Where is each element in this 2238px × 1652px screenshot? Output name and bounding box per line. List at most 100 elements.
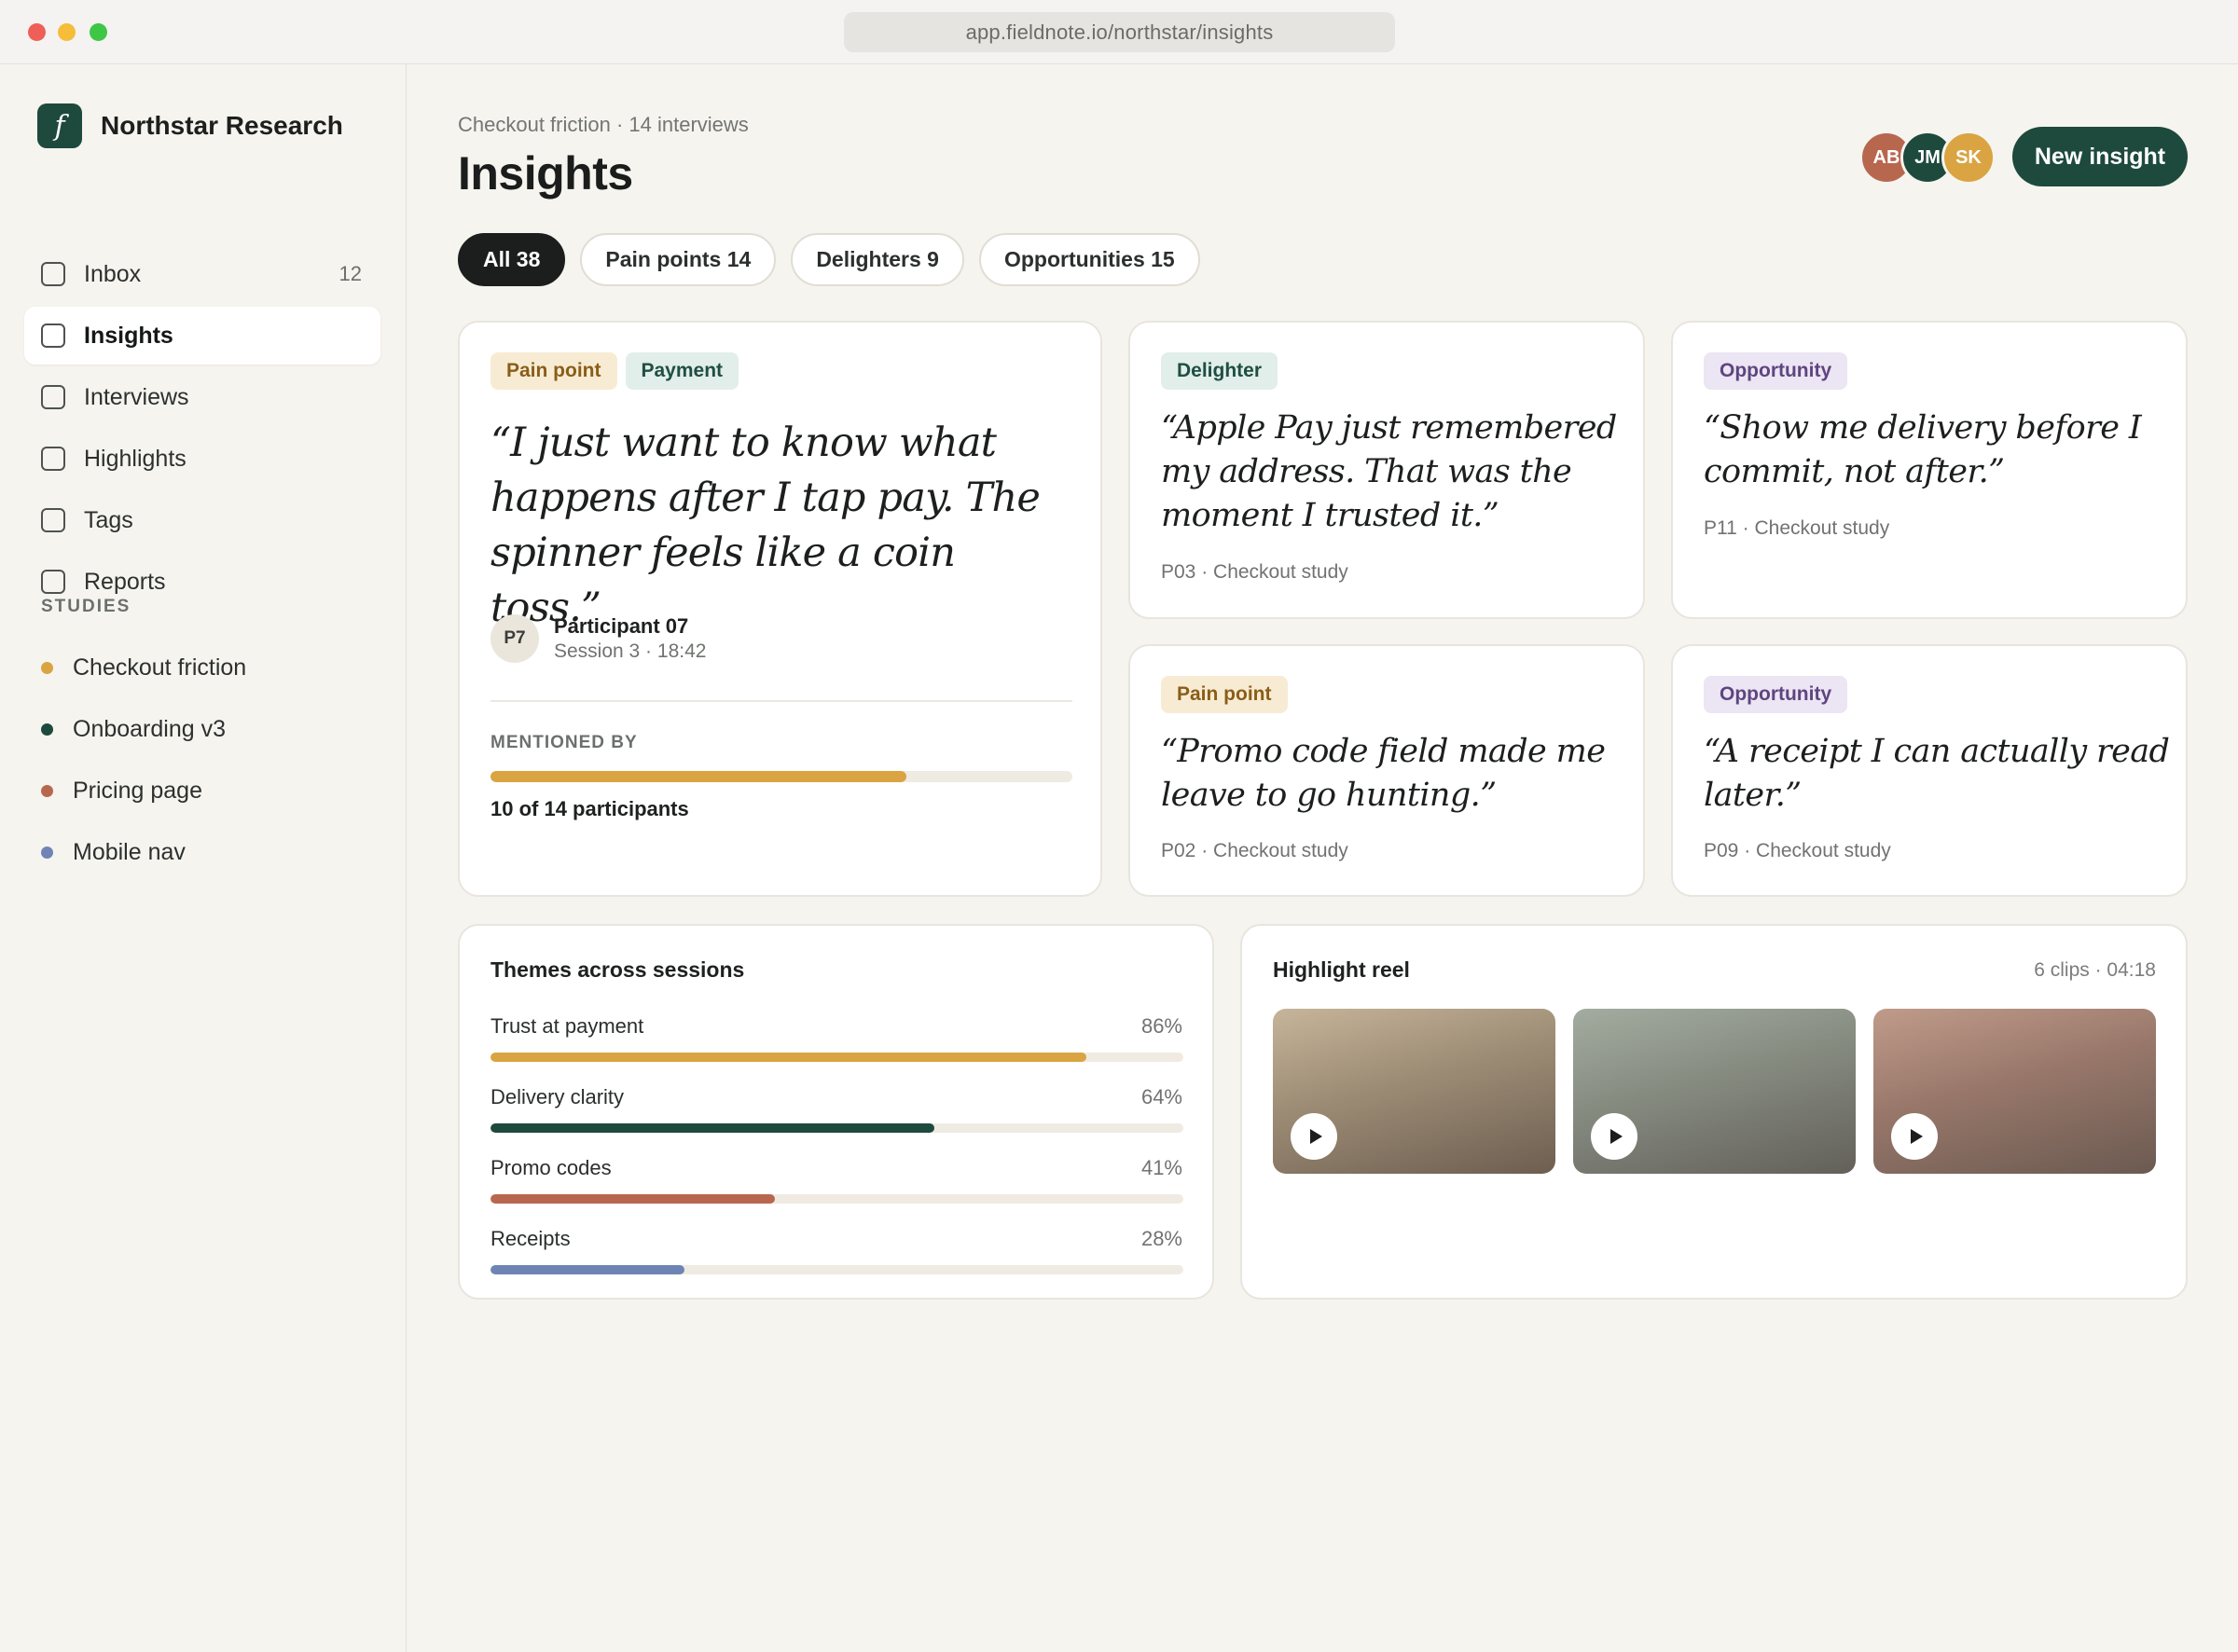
theme-label: Promo codes <box>490 1156 612 1179</box>
inbox-icon <box>41 262 65 286</box>
video-clip[interactable] <box>1273 1009 1555 1174</box>
theme-bar-fill <box>490 1194 775 1204</box>
study-label: Pricing page <box>73 777 202 804</box>
tags-icon <box>41 508 65 532</box>
sidebar-item-interviews[interactable]: Interviews <box>24 368 380 426</box>
brand[interactable]: f Northstar Research <box>37 103 343 148</box>
avatar[interactable]: SK <box>1941 131 1996 185</box>
video-clip[interactable] <box>1873 1009 2156 1174</box>
close-window-button[interactable] <box>28 23 46 41</box>
insight-quote: “Show me delivery before I commit, not a… <box>1704 409 2142 490</box>
participant-info[interactable]: P7 Participant 07 Session 3 · 18:42 <box>490 614 706 663</box>
insight-quote: “I just want to know what happens after … <box>490 420 1041 631</box>
theme-percent: 28% <box>1140 1227 1182 1250</box>
sidebar-item-label: Interviews <box>84 383 189 410</box>
brand-name: Northstar Research <box>101 111 343 140</box>
insight-source: P03 · Checkout study <box>1161 561 1348 583</box>
play-icon <box>1309 1129 1322 1144</box>
insight-source: P02 · Checkout study <box>1161 840 1348 861</box>
new-insight-button[interactable]: New insight <box>2012 127 2188 186</box>
sidebar-item-label: Tags <box>84 506 133 533</box>
highlight-reel-meta: 6 clips · 04:18 <box>2034 959 2156 981</box>
filter-all[interactable]: All 38 <box>458 233 566 286</box>
study-onboarding-v3[interactable]: Onboarding v3 <box>41 698 246 760</box>
tag-pain-point[interactable]: Pain point <box>1161 676 1288 713</box>
participant-name: Participant 07 <box>554 614 689 638</box>
collaborator-avatars[interactable]: AB JM SK <box>1859 131 1996 185</box>
title-bar: app.fieldnote.io/northstar/insights <box>0 0 2238 64</box>
mentioned-progress-track <box>490 771 1072 782</box>
study-pricing-page[interactable]: Pricing page <box>41 760 246 821</box>
themes-panel: Themes across sessions Trust at payment … <box>458 924 1214 1300</box>
studies-list: Checkout friction Onboarding v3 Pricing … <box>41 637 246 883</box>
divider <box>490 700 1072 702</box>
theme-bar-track <box>490 1053 1183 1062</box>
insights-icon <box>41 324 65 348</box>
theme-label: Receipts <box>490 1227 571 1250</box>
highlight-reel-title: Highlight reel <box>1273 957 1410 982</box>
tag-payment[interactable]: Payment <box>625 352 739 390</box>
inbox-count-badge: 12 <box>338 262 362 285</box>
theme-percent: 86% <box>1140 1014 1182 1038</box>
insight-card[interactable]: Pain point “Promo code field made me lea… <box>1128 644 1645 897</box>
theme-bar-fill <box>490 1265 685 1274</box>
play-button[interactable] <box>1891 1113 1938 1160</box>
zoom-window-button[interactable] <box>90 23 107 41</box>
minimize-window-button[interactable] <box>58 23 76 41</box>
sidebar-item-label: Inbox <box>84 260 142 287</box>
app-window: app.fieldnote.io/northstar/insights f No… <box>0 0 2238 1652</box>
main-content: Checkout friction · 14 interviews Insigh… <box>407 64 2238 1652</box>
video-clip[interactable] <box>1573 1009 1856 1174</box>
featured-insight-card[interactable]: Pain point Payment “I just want to know w… <box>458 321 1102 897</box>
theme-bar-track <box>490 1123 1183 1133</box>
theme-bar-track <box>490 1194 1183 1204</box>
studies-heading: STUDIES <box>41 597 131 616</box>
sidebar-item-tags[interactable]: Tags <box>24 491 380 549</box>
highlight-reel-panel: Highlight reel 6 clips · 04:18 <box>1240 924 2188 1300</box>
insight-card[interactable]: Opportunity “Show me delivery before I c… <box>1671 321 2188 619</box>
study-color-dot <box>41 723 53 736</box>
study-label: Mobile nav <box>73 838 186 865</box>
address-bar[interactable]: app.fieldnote.io/northstar/insights <box>844 12 1395 52</box>
study-checkout-friction[interactable]: Checkout friction <box>41 637 246 698</box>
brand-logo: f <box>37 103 82 148</box>
sidebar-item-highlights[interactable]: Highlights <box>24 430 380 488</box>
play-button[interactable] <box>1591 1113 1637 1160</box>
theme-bar-fill <box>490 1123 934 1133</box>
insight-source: P09 · Checkout study <box>1704 840 1891 861</box>
theme-bar-fill <box>490 1053 1086 1062</box>
play-icon <box>1609 1129 1623 1144</box>
play-icon <box>1910 1129 1923 1144</box>
study-label: Onboarding v3 <box>73 715 227 742</box>
insight-card[interactable]: Opportunity “A receipt I can actually re… <box>1671 644 2188 897</box>
breadcrumb[interactable]: Checkout friction · 14 interviews <box>458 113 749 137</box>
filter-pain-points[interactable]: Pain points 14 <box>580 233 777 286</box>
insight-card[interactable]: Delighter “Apple Pay just remembered my … <box>1128 321 1645 619</box>
play-button[interactable] <box>1291 1113 1337 1160</box>
mentioned-by-label: MENTIONED BY <box>490 733 638 752</box>
tag-delighter[interactable]: Delighter <box>1161 352 1278 390</box>
sidebar-item-insights[interactable]: Insights <box>24 307 380 365</box>
study-label: Checkout friction <box>73 654 247 681</box>
theme-bar-track <box>490 1265 1183 1274</box>
theme-label: Delivery clarity <box>490 1085 625 1108</box>
study-color-dot <box>41 784 53 797</box>
highlights-icon <box>41 447 65 471</box>
tag-pain-point[interactable]: Pain point <box>490 352 617 390</box>
interviews-icon <box>41 385 65 409</box>
theme-label: Trust at payment <box>490 1014 644 1038</box>
sidebar-item-inbox[interactable]: Inbox 12 <box>24 245 380 303</box>
sidebar-item-label: Insights <box>84 322 173 349</box>
mentioned-progress-fill <box>490 771 906 782</box>
insight-source: P11 · Checkout study <box>1704 517 1890 539</box>
filter-opportunities[interactable]: Opportunities 15 <box>978 233 1200 286</box>
filter-delighters[interactable]: Delighters 9 <box>791 233 964 286</box>
study-mobile-nav[interactable]: Mobile nav <box>41 821 246 883</box>
tag-list: Pain point Payment <box>490 352 747 390</box>
page-title: Insights <box>458 147 633 200</box>
insight-quote: “Apple Pay just remembered my address. T… <box>1161 409 1617 534</box>
tag-opportunity[interactable]: Opportunity <box>1704 352 1848 390</box>
sidebar: f Northstar Research Inbox 12 Insights I… <box>0 64 407 1652</box>
theme-percent: 64% <box>1140 1085 1182 1108</box>
tag-opportunity[interactable]: Opportunity <box>1704 676 1848 713</box>
